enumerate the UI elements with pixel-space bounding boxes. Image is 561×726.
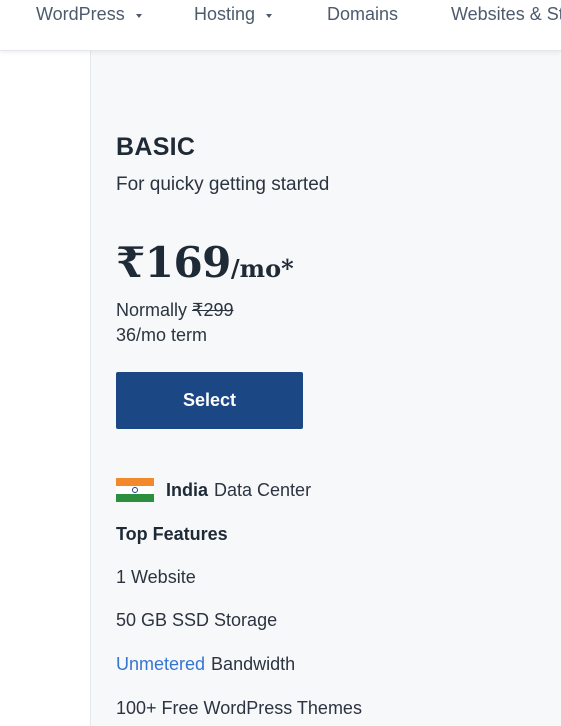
bandwidth-label: Bandwidth [211,654,296,674]
nav-item-label: Hosting [194,4,256,24]
nav-item-domains[interactable]: Domains [327,4,398,25]
plan-price: ₹169 /mo* [116,238,294,287]
data-center-label: Data Center [214,479,312,500]
normally-label: Normally [116,300,188,320]
data-center-country: India [166,479,209,500]
nav-item-wordpress[interactable]: WordPress [36,4,142,25]
nav-item-label: WordPress [36,4,125,24]
nav-item-websites-store[interactable]: Websites & St [451,4,561,25]
feature-bandwidth: Unmetered Bandwidth [116,654,295,675]
feature-websites: 1 Website [116,567,196,587]
features-title: Top Features [116,524,228,544]
caret-down-icon [135,13,142,18]
data-center-info: India Data Center [116,478,311,502]
caret-down-icon [266,13,273,18]
left-gutter [0,51,90,726]
india-flag-icon [116,478,154,502]
feature-storage: 50 GB SSD Storage [116,610,278,630]
nav-item-hosting[interactable]: Hosting [194,4,273,25]
plan-tagline: For quicky getting started [116,174,330,195]
nav-item-label: Websites & St [451,4,561,24]
old-price: ₹299 [192,300,234,320]
feature-themes: 100+ Free WordPress Themes [116,698,362,718]
select-plan-button[interactable]: Select [116,372,303,429]
unmetered-link[interactable]: Unmetered [116,654,205,674]
price-suffix: /mo* [230,254,294,283]
plan-term: 36/mo term [116,325,208,345]
plan-name: BASIC [116,133,196,161]
normal-price-line: Normally ₹299 [116,300,234,321]
nav-item-label: Domains [327,4,399,24]
price-amount: ₹169 [116,238,231,287]
top-navigation: WordPress Hosting Domains Websites & St [0,0,561,51]
